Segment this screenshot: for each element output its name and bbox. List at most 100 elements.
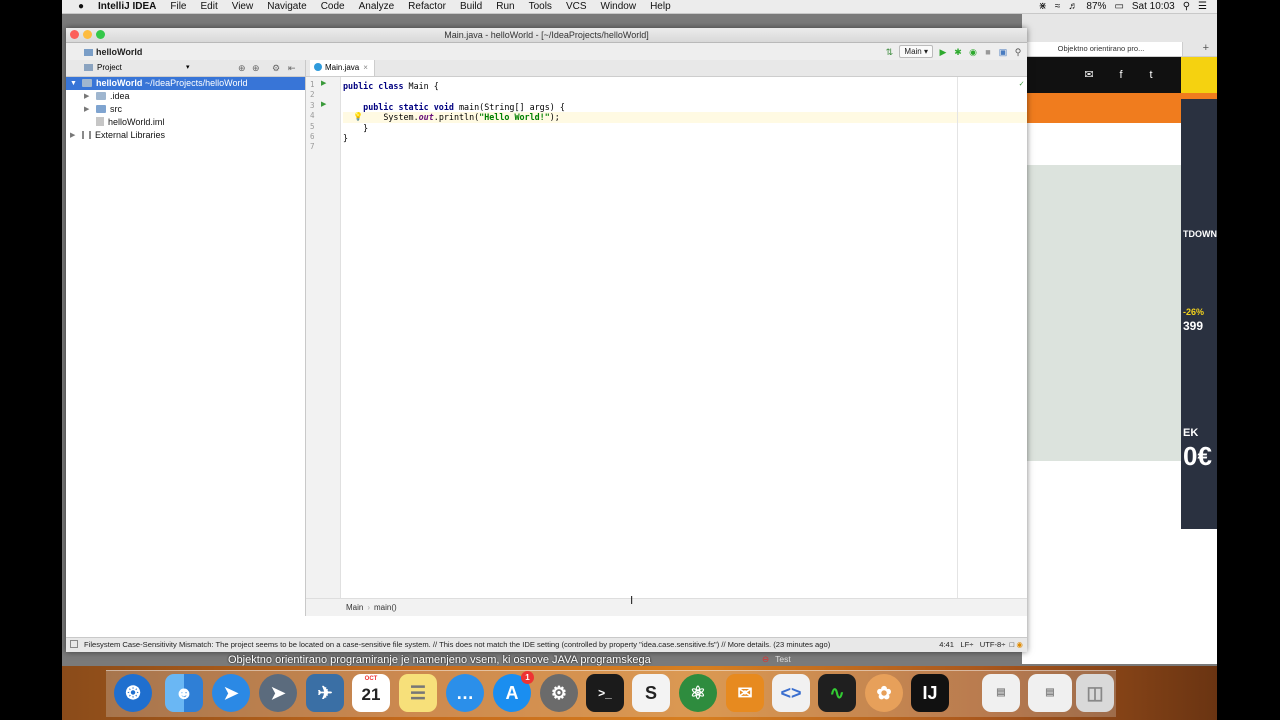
menu-edit[interactable]: Edit [200,1,217,12]
menu-navigate[interactable]: Navigate [267,1,306,12]
code-text: Main { [403,81,439,91]
menu-vcs[interactable]: VCS [566,1,587,12]
mail-icon[interactable]: ✉ [1080,66,1098,84]
line-separator[interactable]: LF÷ [960,640,973,649]
notification-center-icon[interactable]: ☰ [1198,1,1207,12]
chevron-right-icon[interactable]: ▶ [84,90,89,103]
tree-node-external-libraries[interactable]: ▶ External Libraries [66,129,305,142]
menu-run[interactable]: Run [496,1,514,12]
breadcrumb-method[interactable]: main() [374,603,397,612]
transmit-icon[interactable]: ✉ [726,674,764,712]
intellij-icon[interactable]: IJ [911,674,949,712]
notes-icon[interactable]: ☰ [399,674,437,712]
app-store-icon[interactable]: A1 [493,671,534,712]
run-gutter-icon[interactable]: ▶ [321,100,326,108]
battery-icon[interactable]: ▭ [1114,1,1123,12]
menu-app-name[interactable]: IntelliJ IDEA [98,1,156,12]
spotlight-icon[interactable]: ⚲ [1183,1,1190,12]
file-icon [96,117,104,126]
run-config-select[interactable]: Main ▾ [899,45,933,58]
tab-main-java[interactable]: Main.java × [310,60,375,76]
launchpad-icon[interactable]: ➤ [259,674,297,712]
clock[interactable]: Sat 10:03 [1132,1,1175,12]
trash-icon[interactable]: ◫ [1076,674,1114,712]
tree-node-root[interactable]: ▼ helloWorld ~/IdeaProjects/helloWorld [66,77,305,90]
menu-file[interactable]: File [170,1,186,12]
editor-gutter[interactable]: 1 ▶ 2 3 ▶ 4 5 6 7 [306,77,341,599]
chevron-right-icon[interactable]: ▶ [70,129,75,142]
user-icon[interactable] [1181,57,1217,93]
intention-bulb-icon[interactable]: 💡 [353,112,363,121]
caret-position[interactable]: 4:41 [939,640,954,649]
tool-windows-icon[interactable] [70,640,78,648]
close-tab-icon[interactable]: × [363,63,368,72]
safari-icon[interactable]: ❂ [114,674,152,712]
nav-crumb-project[interactable]: helloWorld [84,47,142,57]
run-gutter-icon[interactable]: ▶ [321,79,326,87]
menu-analyze[interactable]: Analyze [359,1,395,12]
event-log-icon[interactable]: ◉ [1016,640,1023,649]
sublime-icon[interactable]: S [632,674,670,712]
menu-refactor[interactable]: Refactor [408,1,446,12]
menu-build[interactable]: Build [460,1,482,12]
document-icon[interactable]: ▤ [982,674,1020,712]
safari-compass-icon[interactable]: ➤ [212,674,250,712]
chevron-right-icon[interactable]: ▶ [84,103,89,116]
build-icon[interactable]: ⇅ [884,47,894,57]
scroll-from-source-icon[interactable]: ⊕ [252,60,260,76]
ad-banner[interactable]: TDOWN -26% 399 EK 0€ [1181,99,1217,529]
stop-icon[interactable]: ■ [983,47,993,57]
project-panel-title[interactable]: Project [84,63,122,72]
hide-panel-icon[interactable]: ⇤ [288,60,296,76]
tree-node-label: .idea [110,91,130,101]
menu-code[interactable]: Code [321,1,345,12]
tree-node-idea[interactable]: ▶ .idea [66,90,305,103]
run-icon[interactable]: ▶ [938,47,948,57]
status-message[interactable]: Filesystem Case-Sensitivity Mismatch: Th… [84,640,830,649]
minimize-icon[interactable] [83,30,92,39]
battery-percent[interactable]: 87% [1086,1,1106,12]
project-structure-icon[interactable]: ▣ [998,47,1008,57]
chevron-down-icon[interactable]: ▾ [186,60,190,76]
inspection-ok-icon[interactable]: ✓ [1019,79,1024,88]
zoom-icon[interactable] [96,30,105,39]
terminal-icon[interactable]: >_ [586,674,624,712]
atom-icon[interactable]: ⚛ [679,674,717,712]
new-tab-icon[interactable]: + [1203,42,1209,54]
preview-icon[interactable]: ✈ [306,674,344,712]
code-editor[interactable]: public class Main { public static void m… [343,77,1027,599]
tree-node-iml[interactable]: helloWorld.iml [66,116,305,129]
file-encoding[interactable]: UTF-8÷ [980,640,1006,649]
activity-monitor-icon[interactable]: ∿ [818,674,856,712]
menu-window[interactable]: Window [601,1,637,12]
downloads-stack-icon[interactable]: ▤ [1028,674,1072,712]
coverage-icon[interactable]: ◉ [968,47,978,57]
collapse-all-icon[interactable]: ⊕ [238,60,246,76]
xcode-icon[interactable]: <> [772,674,810,712]
volume-icon[interactable]: ♬ [1068,1,1078,12]
system-preferences-icon[interactable]: ⚙ [540,674,578,712]
breadcrumb-class[interactable]: Main [346,603,363,612]
wifi-icon[interactable]: ≈ [1055,1,1061,12]
tree-node-src[interactable]: ▶ src [66,103,305,116]
window-titlebar[interactable]: Main.java - helloWorld - [~/IdeaProjects… [66,28,1027,43]
menu-tools[interactable]: Tools [529,1,552,12]
lock-icon[interactable]: □ [1010,640,1015,649]
twitter-icon[interactable]: t [1142,66,1160,84]
close-icon[interactable] [70,30,79,39]
browser-tab[interactable]: Objektno orientirano pro... [1022,42,1183,56]
chevron-down-icon[interactable]: ▼ [70,77,77,90]
bluetooth-icon[interactable]: ⋇ [1039,1,1047,12]
menu-help[interactable]: Help [650,1,671,12]
messages-icon[interactable]: … [446,674,484,712]
photos-icon[interactable]: ✿ [865,674,903,712]
search-icon[interactable]: ⚲ [1013,47,1023,57]
finder-icon[interactable]: ☻ [165,674,203,712]
gear-icon[interactable]: ⚙ [272,60,280,76]
status-menus: ⋇ ≈ ♬ 87% ▭ Sat 10:03 ⚲ ☰ [1039,1,1217,12]
facebook-icon[interactable]: f [1112,66,1130,84]
menu-view[interactable]: View [232,1,254,12]
apple-icon[interactable]: ● [74,1,88,12]
calendar-icon[interactable]: OCT 21 [352,674,390,712]
debug-icon[interactable]: ✱ [953,47,963,57]
